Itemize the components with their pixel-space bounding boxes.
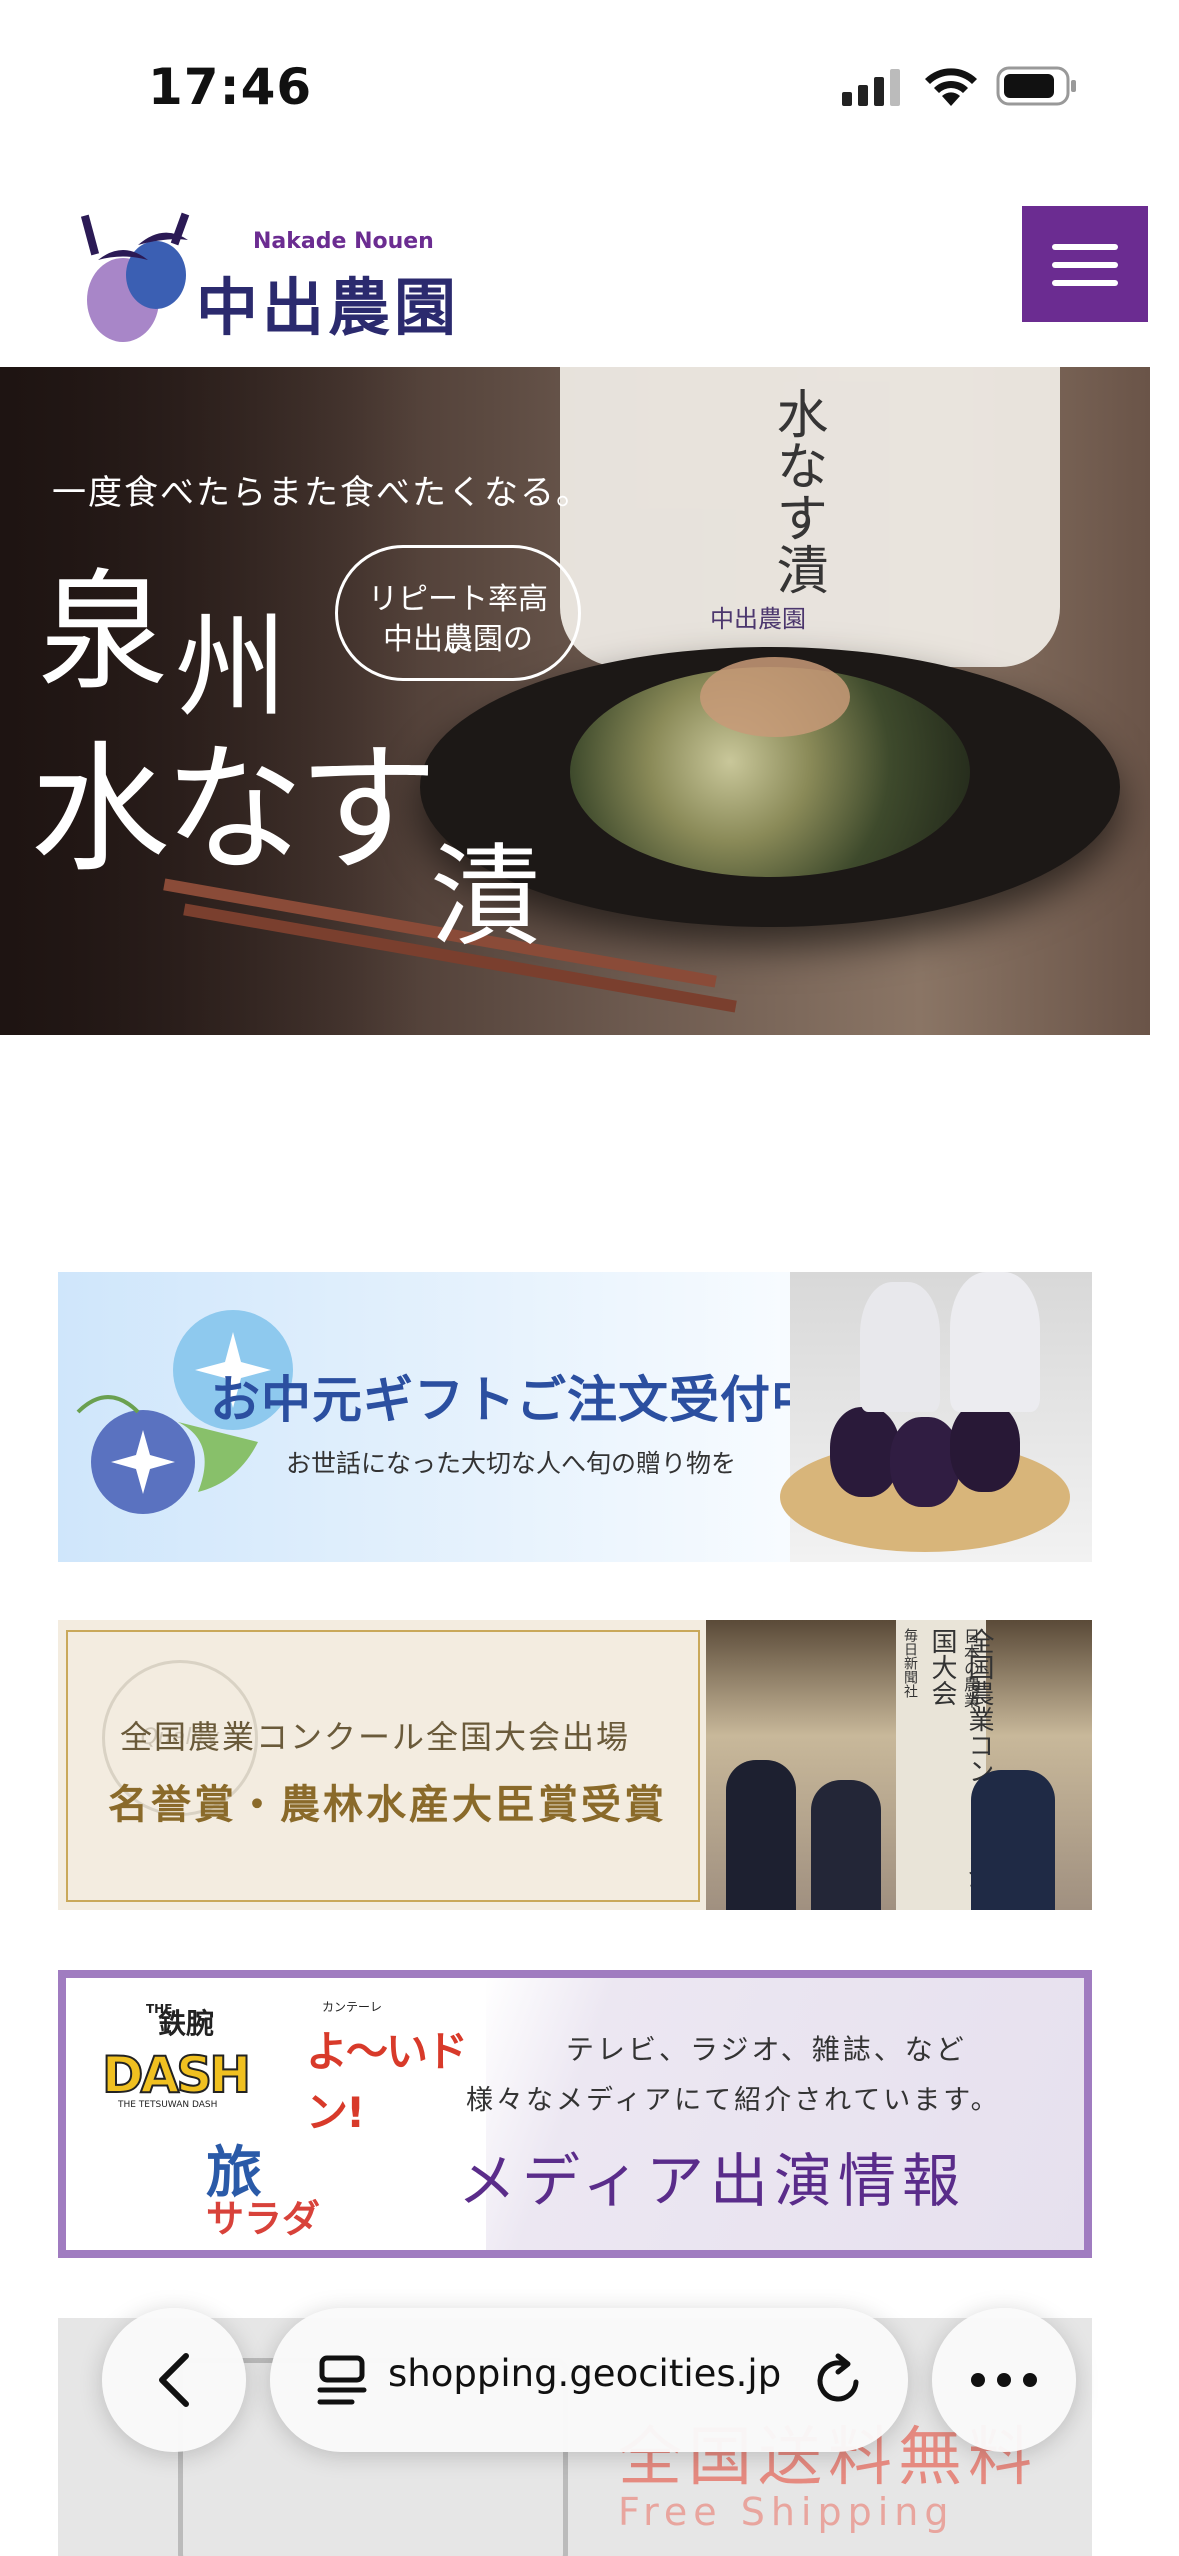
media-banner[interactable]: THE 鉄腕 DASH THE TETSUWAN DASH カンテーレ よ〜いド… (58, 1970, 1092, 2258)
shipping-subtitle: Free Shipping (618, 2490, 955, 2534)
award-sign-text3: 毎日新聞社 (902, 1628, 918, 1698)
hero-tagline: 一度食べたらまた食べたくなる。 (52, 473, 592, 513)
package-brand: 中出農園 (710, 605, 806, 633)
hero-title-char: 漬 (430, 833, 540, 961)
badge-line2: 中出農園の (383, 622, 533, 657)
more-button[interactable] (932, 2308, 1076, 2452)
menu-button[interactable] (1022, 206, 1148, 322)
package-bag: 水なす漬 中出農園 (560, 367, 1060, 667)
gift-photo (780, 1272, 1092, 1562)
more-dots-icon (971, 2373, 1037, 2387)
award-line1: 全国農業コンクール全国大会出場 (120, 1718, 631, 1756)
eggplant (950, 1402, 1020, 1492)
gift-title: お中元ギフトご注文受付中 (210, 1371, 822, 1429)
award-photo: 全国農業コンクール全国大会 日本の農業 毎日新聞社 (706, 1620, 1092, 1910)
url-text[interactable]: shopping.geocities.jp (388, 2352, 784, 2395)
reader-icon[interactable] (316, 2354, 368, 2408)
battery-icon (996, 66, 1076, 106)
bonito-flakes (700, 657, 850, 737)
media-title: メディア出演情報 (458, 2147, 966, 2215)
gift-subtitle: お世話になった大切な人へ旬の贈り物を (286, 1449, 737, 1478)
award-line2: 名誉賞・農林水産大臣賞受賞 (108, 1782, 667, 1828)
gift-bag (950, 1272, 1040, 1412)
logo-name: 中出農園 (196, 271, 461, 344)
gift-banner[interactable]: お中元ギフトご注文受付中 お世話になった大切な人へ旬の贈り物を (58, 1272, 1092, 1562)
wifi-icon (925, 68, 977, 106)
yoi-don-logo: カンテーレ よ〜いドン! (306, 2000, 468, 2137)
eggplant-logo-icon (80, 212, 190, 342)
hero-banner[interactable]: 水なす漬 中出農園 一度食べたらまた食べたくなる。 リピート率高い 中出農園の … (0, 367, 1150, 1035)
award-sign-text2: 日本の農業 (961, 1628, 980, 1708)
package-label: 水なす漬 (767, 387, 827, 595)
logo-romaji: Nakade Nouen (253, 229, 434, 254)
back-button[interactable] (102, 2308, 246, 2452)
reload-icon[interactable] (810, 2352, 866, 2408)
tabi-salad-logo: 旅 サラダ (206, 2141, 321, 2241)
media-line1: テレビ、ラジオ、雑誌、など (566, 2033, 967, 2066)
gift-bag (860, 1282, 940, 1412)
person (811, 1780, 881, 1910)
address-bar[interactable]: shopping.geocities.jp (270, 2308, 908, 2452)
person (971, 1770, 1055, 1910)
hero-title-line2: 水なす (30, 729, 438, 892)
hero-badge: リピート率高い 中出農園の (335, 545, 581, 681)
award-banner[interactable]: Quality 全国農業コンクール全国大会出場 名誉賞・農林水産大臣賞受賞 全国… (58, 1620, 1092, 1910)
cellular-signal-icon (842, 69, 900, 106)
eggplant (890, 1417, 960, 1507)
media-line2: 様々なメディアにて紹介されています。 (466, 2085, 1001, 2116)
person (726, 1760, 796, 1910)
chevron-left-icon (159, 2353, 189, 2407)
hero-title-char: 泉 (38, 556, 169, 708)
status-time: 17:46 (148, 58, 313, 116)
site-logo[interactable]: Nakade Nouen 中出農園 (78, 205, 498, 345)
tetsuwan-dash-logo: THE 鉄腕 DASH THE TETSUWAN DASH (101, 2002, 252, 2110)
